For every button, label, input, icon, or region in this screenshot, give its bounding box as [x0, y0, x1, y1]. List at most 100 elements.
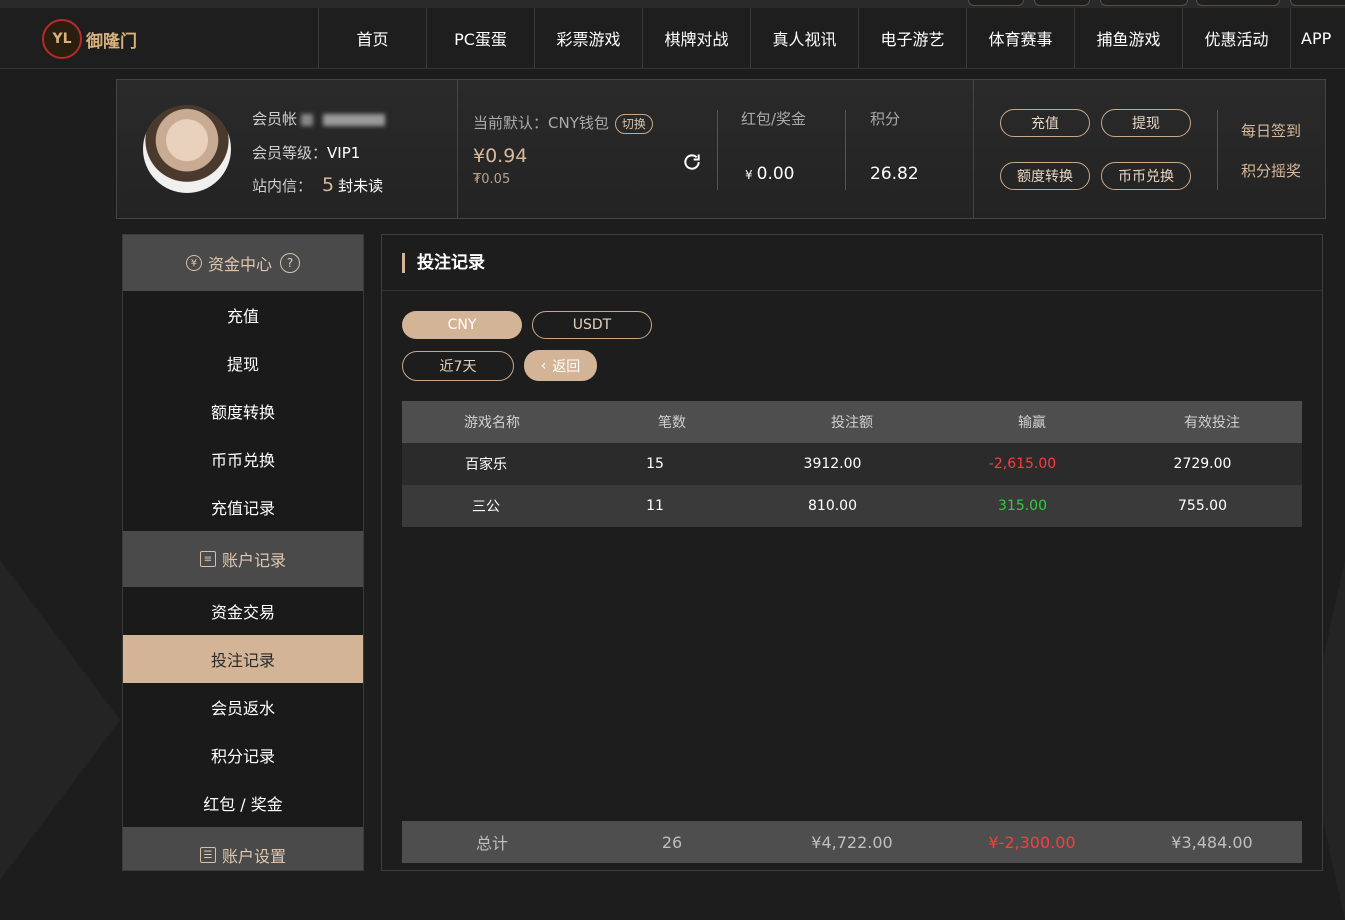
- total-valid: ¥3,484.00: [1171, 832, 1253, 852]
- sidebar-section-account-settings: ☰ 账户设置: [123, 827, 363, 870]
- date-range-button[interactable]: 近7天: [402, 351, 514, 381]
- bonus-label: 红包/奖金: [741, 110, 807, 128]
- sidebar-item-withdraw[interactable]: 提现: [123, 339, 363, 387]
- user-panel: 会员帐 会员等级：VIP1 站内信： 5 封未读 当前默认：CNY钱包 切换 ¥0.9…: [116, 79, 1326, 219]
- column-header: 输赢: [1018, 415, 1046, 431]
- wallet-sub-amount: ₮0.05: [473, 172, 511, 187]
- logo-icon: YL: [42, 19, 82, 59]
- cell-count: 11: [646, 498, 664, 514]
- level-line: 会员等级：VIP1: [252, 142, 360, 163]
- cell-amount: 3912.00: [803, 456, 862, 472]
- column-header: 游戏名称: [464, 415, 520, 431]
- avatar: [143, 105, 231, 193]
- cell-valid: 2729.00: [1173, 456, 1232, 472]
- points-lottery-link[interactable]: 积分摇奖: [1241, 160, 1301, 181]
- sidebar: ¥ 资金中心 ? 充值 提现 额度转换 币币兑换 充值记录 ≡ 账户记录 资金交…: [122, 234, 364, 871]
- nav-item-home[interactable]: 首页: [318, 8, 426, 68]
- help-icon[interactable]: ?: [280, 253, 300, 273]
- column-header: 笔数: [658, 415, 686, 431]
- bonus-value: ¥0.00: [745, 164, 795, 184]
- sidebar-item-bet-records[interactable]: 投注记录: [123, 635, 363, 683]
- total-label: 总计: [475, 834, 508, 853]
- background-shape-left: [0, 560, 120, 880]
- total-amount: ¥4,722.00: [811, 832, 893, 852]
- inbox-suffix: 封未读: [338, 177, 384, 195]
- sidebar-item-transfer[interactable]: 额度转换: [123, 387, 363, 435]
- bet-records-table: 游戏名称 笔数 投注额 输赢 有效投注 百家乐 15 3912.00 -2,61…: [402, 401, 1302, 527]
- top-pill[interactable]: [1196, 0, 1280, 6]
- sidebar-section-fund-center: ¥ 资金中心 ?: [123, 235, 363, 291]
- cell-game: 三公: [472, 499, 500, 515]
- nav-item-app[interactable]: APP: [1290, 8, 1345, 68]
- total-count: 26: [661, 832, 683, 852]
- refresh-icon[interactable]: [682, 152, 702, 172]
- top-pill[interactable]: [1034, 0, 1090, 6]
- nav-item-sports[interactable]: 体育赛事: [966, 8, 1074, 68]
- level-label: 会员等级：: [252, 144, 328, 162]
- table-header: 游戏名称 笔数 投注额 输赢 有效投注: [402, 401, 1302, 443]
- user-card-icon: ☰: [199, 847, 216, 863]
- logo-text: 御隆门: [86, 31, 137, 52]
- main-nav: 首页 PC蛋蛋 彩票游戏 棋牌对战 真人视讯 电子游艺 体育赛事 捕鱼游戏 优惠…: [318, 8, 1345, 68]
- sidebar-item-deposit[interactable]: 充值: [123, 291, 363, 339]
- nav-item-lottery[interactable]: 彩票游戏: [534, 8, 642, 68]
- level-value: VIP1: [327, 144, 361, 162]
- top-pill[interactable]: [1100, 0, 1188, 6]
- back-button[interactable]: ‹ 返回: [524, 350, 597, 381]
- switch-wallet-button[interactable]: 切换: [614, 113, 653, 134]
- cell-game: 百家乐: [465, 457, 507, 473]
- currency-tab-usdt[interactable]: USDT: [532, 311, 652, 339]
- withdraw-button[interactable]: 提现: [1101, 109, 1191, 137]
- column-header: 投注额: [831, 415, 873, 431]
- table-total-row: 总计 26 ¥4,722.00 ¥-2,300.00 ¥3,484.00: [402, 821, 1302, 863]
- points-label: 积分: [870, 110, 901, 128]
- inbox-count: 5: [322, 174, 335, 196]
- main-panel: 投注记录 CNY USDT 近7天 ‹ 返回 游戏名称 笔数 投注额 输赢 有效投…: [381, 234, 1323, 871]
- nav-item-slots[interactable]: 电子游艺: [858, 8, 966, 68]
- daily-checkin-link[interactable]: 每日签到: [1241, 120, 1301, 141]
- nav-item-promotions[interactable]: 优惠活动: [1182, 8, 1290, 68]
- sidebar-section-account-records: ≡ 账户记录: [123, 531, 363, 587]
- sidebar-item-bonus[interactable]: 红包 / 奖金: [123, 779, 363, 827]
- column-header: 有效投注: [1184, 415, 1240, 431]
- sidebar-item-fund-transactions[interactable]: 资金交易: [123, 587, 363, 635]
- cell-valid: 755.00: [1178, 498, 1227, 514]
- page-title: 投注记录: [402, 253, 485, 273]
- divider: [1217, 110, 1218, 190]
- logo[interactable]: YL 御隆门: [42, 18, 142, 60]
- sidebar-item-rebate[interactable]: 会员返水: [123, 683, 363, 731]
- inbox-line[interactable]: 站内信： 5 封未读: [252, 174, 383, 196]
- table-row: 百家乐 15 3912.00 -2,615.00 2729.00: [402, 443, 1302, 485]
- top-pill[interactable]: [968, 0, 1024, 6]
- points-value: 26.82: [870, 164, 919, 184]
- cell-result: -2,615.00: [988, 456, 1057, 472]
- nav-item-fishing[interactable]: 捕鱼游戏: [1074, 8, 1182, 68]
- account-line: 会员帐: [252, 108, 386, 129]
- redacted-text: [323, 113, 386, 126]
- inbox-label: 站内信：: [252, 177, 313, 195]
- top-strip: [0, 0, 1345, 8]
- cell-amount: 810.00: [808, 498, 857, 514]
- divider: [717, 110, 718, 190]
- divider: [382, 290, 1322, 291]
- total-result: ¥-2,300.00: [988, 832, 1076, 852]
- sidebar-item-deposit-records[interactable]: 充值记录: [123, 483, 363, 531]
- divider: [457, 80, 458, 218]
- transfer-button[interactable]: 额度转换: [1000, 162, 1090, 190]
- nav-item-pc28[interactable]: PC蛋蛋: [426, 8, 534, 68]
- top-pill[interactable]: [1290, 0, 1345, 6]
- account-label: 会员帐: [252, 110, 298, 128]
- sidebar-item-exchange[interactable]: 币币兑换: [123, 435, 363, 483]
- deposit-button[interactable]: 充值: [1000, 109, 1090, 137]
- cell-result: 315.00: [998, 498, 1047, 514]
- yen-icon: ¥: [185, 255, 202, 271]
- currency-tab-cny[interactable]: CNY: [402, 311, 522, 339]
- header: YL 御隆门 首页 PC蛋蛋 彩票游戏 棋牌对战 真人视讯 电子游艺 体育赛事 …: [0, 8, 1345, 69]
- nav-item-live[interactable]: 真人视讯: [750, 8, 858, 68]
- redacted-text: [301, 113, 314, 126]
- exchange-button[interactable]: 币币兑换: [1101, 162, 1191, 190]
- sidebar-item-points-records[interactable]: 积分记录: [123, 731, 363, 779]
- table-row: 三公 11 810.00 315.00 755.00: [402, 485, 1302, 527]
- nav-item-chess[interactable]: 棋牌对战: [642, 8, 750, 68]
- divider: [845, 110, 846, 190]
